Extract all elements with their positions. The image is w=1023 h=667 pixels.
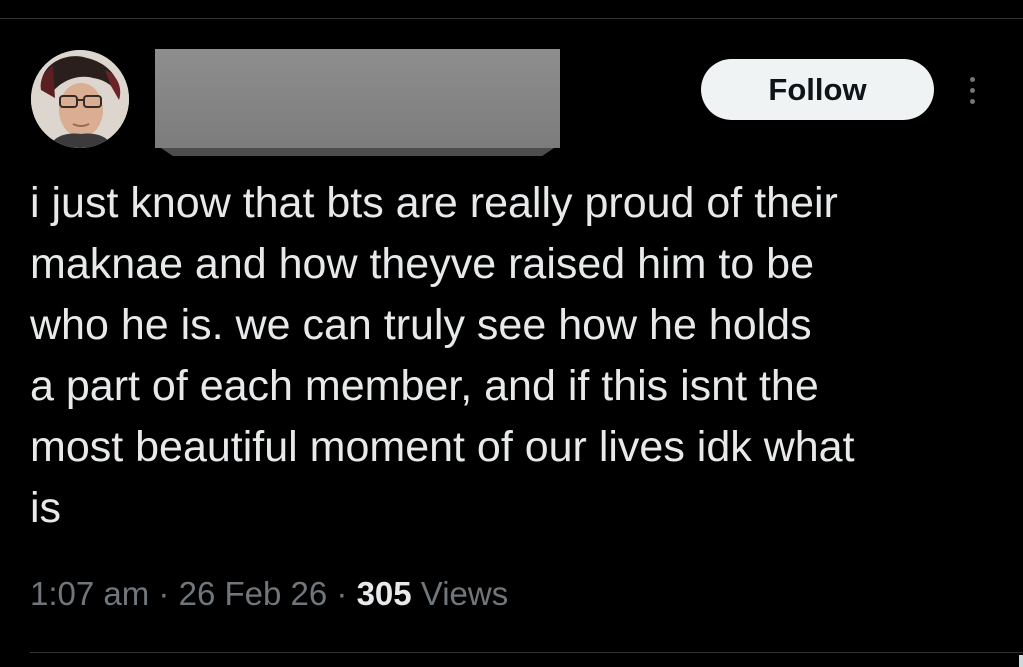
- post-date[interactable]: 26 Feb 26: [179, 575, 328, 612]
- scrollbar[interactable]: [1019, 655, 1023, 667]
- post-text-line: most beautiful moment of our lives idk w…: [30, 423, 855, 471]
- redaction-block: [155, 49, 560, 148]
- avatar-photo: [31, 50, 129, 148]
- more-dot: [969, 76, 975, 82]
- avatar[interactable]: [31, 50, 129, 148]
- bottom-divider: [30, 652, 1023, 653]
- meta-separator: ·: [336, 575, 348, 612]
- meta-separator: ·: [158, 575, 170, 612]
- post-text-line: a part of each member, and if this isnt …: [30, 362, 819, 410]
- redacted-author-name: [155, 49, 560, 157]
- more-dot: [969, 98, 975, 104]
- follow-button[interactable]: Follow: [701, 59, 934, 120]
- post-text-line: who he is. we can truly see how he holds: [30, 301, 812, 349]
- post-text-line: maknae and how theyve raised him to be: [30, 240, 815, 288]
- post-time[interactable]: 1:07 am: [30, 575, 149, 612]
- post-meta: 1:07 am · 26 Feb 26 · 305 Views: [30, 575, 508, 613]
- views-count[interactable]: 305: [357, 575, 412, 612]
- views-label[interactable]: Views: [421, 575, 508, 612]
- post-text-line: i just know that bts are really proud of…: [30, 179, 838, 227]
- ellipsis-vertical-icon[interactable]: [960, 66, 984, 114]
- redaction-shadow: [161, 148, 554, 156]
- post-text-line: is: [30, 484, 62, 532]
- more-dot: [969, 87, 975, 93]
- post: Follow i just know that bts are really p…: [0, 0, 1023, 667]
- post-text: i just know that bts are really proud of…: [30, 173, 990, 539]
